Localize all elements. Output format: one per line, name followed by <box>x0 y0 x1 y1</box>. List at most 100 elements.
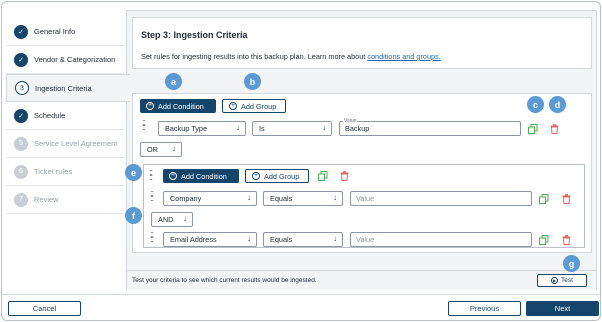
group-add-condition-button[interactable]: + Add Condition <box>163 169 239 183</box>
chevron-down-icon: ↓ <box>183 214 187 223</box>
group-add-group-button[interactable]: + Add Group <box>245 169 309 183</box>
wizard-sidebar: ✓ General Info ✓ Vendor & Categorization… <box>6 18 130 214</box>
play-circle-icon: ▶ <box>551 277 559 284</box>
check-icon: ✓ <box>14 24 28 39</box>
step-label: Vendor & Categorization <box>34 55 116 64</box>
callout-f: f <box>125 207 142 224</box>
value-input[interactable]: Backup <box>339 121 521 136</box>
add-condition-button[interactable]: + Add Condition <box>140 99 216 113</box>
field-value: Company <box>170 194 202 203</box>
step-ingestion-criteria[interactable]: 3 Ingestion Criteria <box>6 74 130 102</box>
logic-operator-select[interactable]: AND ↓ <box>151 212 193 227</box>
plus-circle-icon: + <box>146 102 154 110</box>
criteria-builder: + Add Condition + Add Group ⁚⁚ ⁚⁚ Backup … <box>132 93 592 253</box>
main-panel: Step 3: Ingestion Criteria Set rules for… <box>125 10 597 290</box>
step-description: Set rules for ingesting results into thi… <box>141 52 441 61</box>
step-number: 6 <box>14 164 28 179</box>
step-label: Review <box>34 195 59 204</box>
step-ticket-rules: 6 Ticket rules <box>6 158 124 186</box>
operator-select[interactable]: Is ↓ <box>252 121 332 136</box>
step-label: Service Level Agreement <box>34 139 118 148</box>
field-select[interactable]: Backup Type ↓ <box>158 121 246 136</box>
plus-circle-icon: + <box>229 102 237 110</box>
description-text: Set rules for ingesting results into thi… <box>141 52 368 61</box>
condition-group: ⁚⁚ ⁚⁚ + Add Condition + Add Group ⁚⁚ ⁚⁚ … <box>143 164 585 248</box>
test-label: Test <box>561 277 573 284</box>
copy-icon[interactable] <box>539 235 549 245</box>
step-header: Step 3: Ingestion Criteria Set rules for… <box>132 17 592 69</box>
field-select[interactable]: Email Address ↓ <box>163 232 257 247</box>
callout-e: e <box>125 164 142 181</box>
operator-select[interactable]: Equals ↓ <box>263 191 343 206</box>
drag-handle-icon[interactable]: ⁚⁚ ⁚⁚ <box>150 232 156 244</box>
plus-circle-icon: + <box>252 172 260 180</box>
step-general-info[interactable]: ✓ General Info <box>6 18 124 46</box>
drag-handle-icon[interactable]: ⁚⁚ ⁚⁚ <box>150 191 156 203</box>
operator-select[interactable]: Equals ↓ <box>263 232 343 247</box>
step-number: 3 <box>15 81 29 95</box>
value-placeholder: Value <box>356 194 375 203</box>
previous-button[interactable]: Previous <box>448 301 521 316</box>
field-value: Email Address <box>170 235 217 244</box>
logic-value: OR <box>147 145 158 154</box>
drag-handle-icon[interactable]: ⁚⁚ ⁚⁚ <box>149 170 155 182</box>
wizard-footer: Cancel Previous Next <box>2 294 600 320</box>
value-floating-label: Value <box>343 118 358 124</box>
callout-a: a <box>165 73 182 90</box>
logic-value: AND <box>158 215 174 224</box>
callout-d: d <box>549 96 566 113</box>
trash-icon[interactable] <box>550 124 559 134</box>
add-condition-label: Add Condition <box>181 171 227 181</box>
step-number: 5 <box>14 136 28 151</box>
copy-icon[interactable] <box>318 171 328 181</box>
chevron-down-icon: ↓ <box>172 144 176 153</box>
trash-icon[interactable] <box>340 171 349 181</box>
trash-icon[interactable] <box>562 235 571 245</box>
conditions-groups-link[interactable]: conditions and groups. <box>367 52 440 61</box>
step-number: 7 <box>14 192 28 207</box>
value-input[interactable]: Value <box>350 191 532 206</box>
check-icon: ✓ <box>14 108 28 123</box>
test-description: Test your criteria to see which current … <box>132 277 317 284</box>
trash-icon[interactable] <box>562 194 571 204</box>
test-criteria-bar: Test your criteria to see which current … <box>127 270 596 290</box>
operator-value: Equals <box>270 235 293 244</box>
step-label: Ticket rules <box>34 167 73 176</box>
value-text: Backup <box>345 124 370 133</box>
callout-c: c <box>527 96 544 113</box>
chevron-down-icon: ↓ <box>236 123 240 132</box>
copy-icon[interactable] <box>528 124 538 134</box>
step-label: General Info <box>34 27 76 36</box>
step-vendor-categorization[interactable]: ✓ Vendor & Categorization <box>6 46 124 74</box>
step-label: Ingestion Criteria <box>35 83 92 93</box>
add-group-button[interactable]: + Add Group <box>222 99 286 113</box>
chevron-down-icon: ↓ <box>333 193 337 202</box>
field-select[interactable]: Company ↓ <box>163 191 257 206</box>
step-label: Schedule <box>34 111 66 120</box>
next-button[interactable]: Next <box>526 301 599 316</box>
value-placeholder: Value <box>356 235 375 244</box>
callout-g: g <box>563 255 580 272</box>
operator-value: Is <box>259 124 265 133</box>
cancel-button[interactable]: Cancel <box>8 301 81 316</box>
step-schedule[interactable]: ✓ Schedule <box>6 102 124 130</box>
callout-b: b <box>244 73 261 90</box>
test-button[interactable]: ▶ Test <box>537 274 587 287</box>
step-review: 7 Review <box>6 186 124 214</box>
wizard-window: ✓ General Info ✓ Vendor & Categorization… <box>1 1 601 321</box>
value-input[interactable]: Value <box>350 232 532 247</box>
drag-handle-icon[interactable]: ⁚⁚ ⁚⁚ <box>142 120 148 132</box>
field-value: Backup Type <box>165 124 208 133</box>
step-service-level-agreement: 5 Service Level Agreement <box>6 130 124 158</box>
add-group-label: Add Group <box>264 171 300 181</box>
add-group-label: Add Group <box>241 101 277 111</box>
check-icon: ✓ <box>14 52 28 67</box>
logic-operator-select[interactable]: OR ↓ <box>140 142 182 157</box>
copy-icon[interactable] <box>539 194 549 204</box>
chevron-down-icon: ↓ <box>247 193 251 202</box>
chevron-down-icon: ↓ <box>322 123 326 132</box>
chevron-down-icon: ↓ <box>247 234 251 243</box>
plus-circle-icon: + <box>169 172 177 180</box>
add-condition-label: Add Condition <box>158 101 204 111</box>
chevron-down-icon: ↓ <box>333 234 337 243</box>
